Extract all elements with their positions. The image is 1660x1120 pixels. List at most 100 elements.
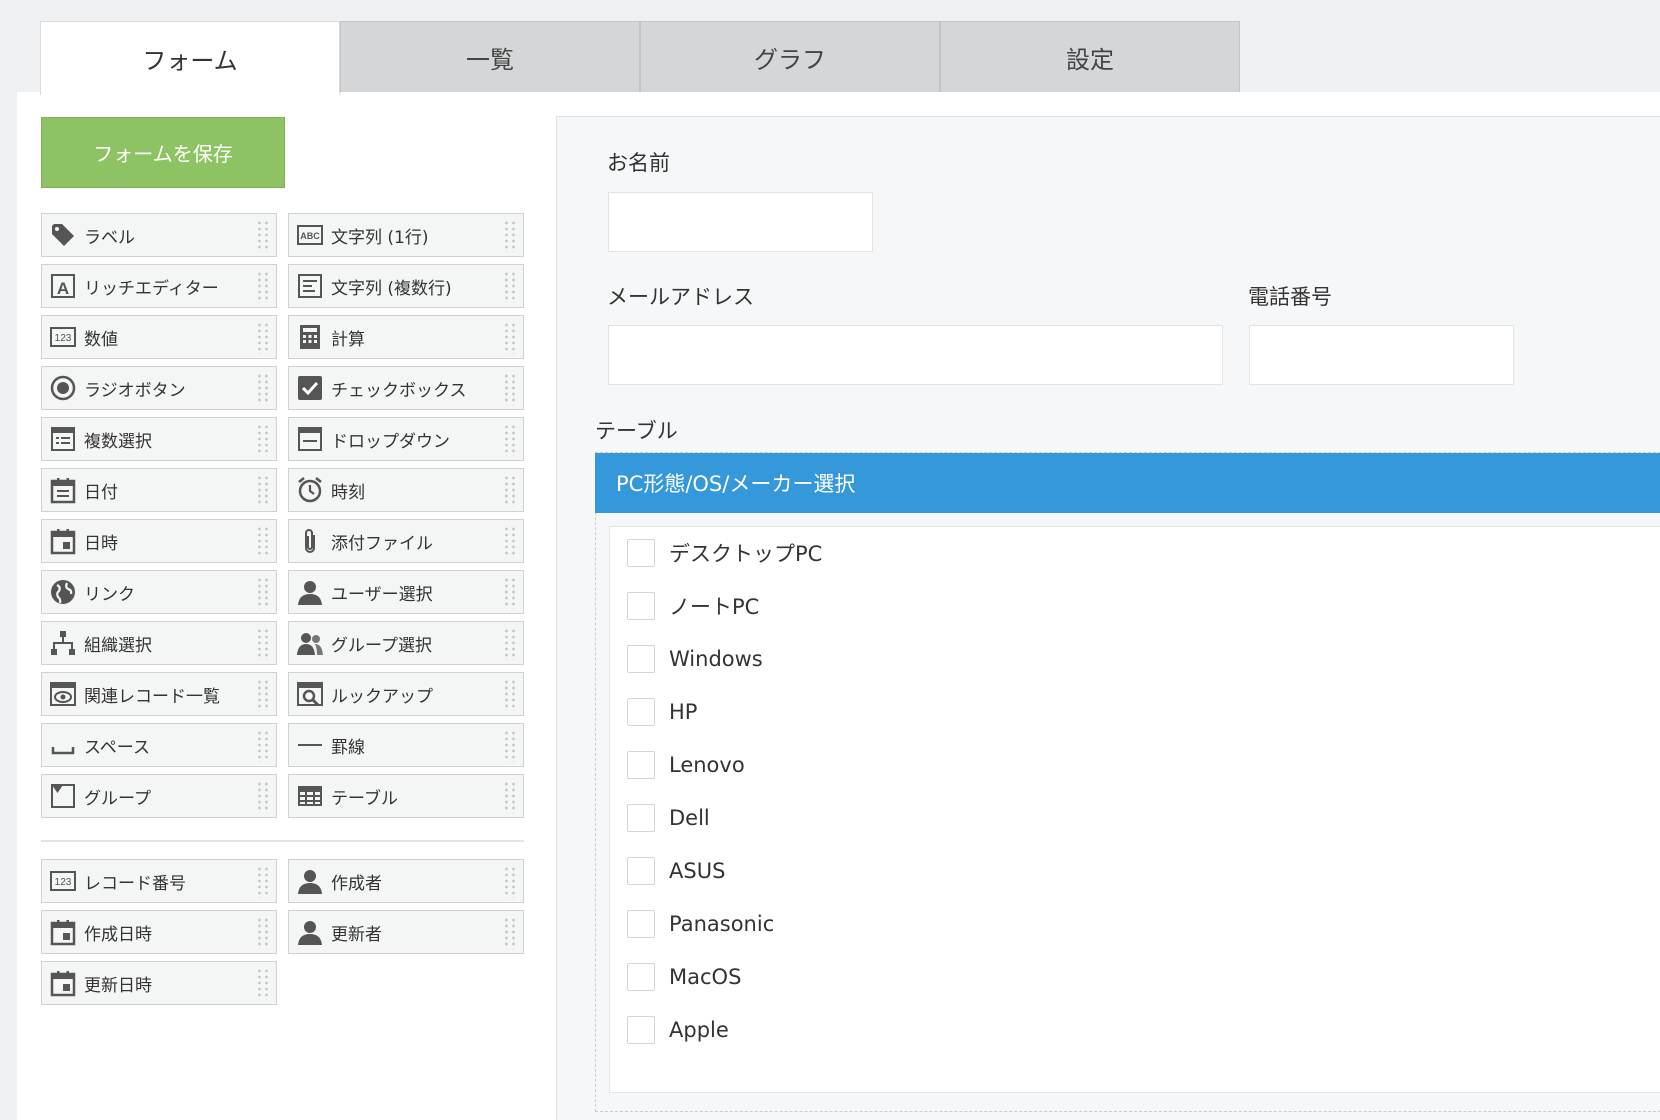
palette-item[interactable]: 作成日時	[41, 910, 277, 954]
drag-handle-icon[interactable]	[256, 322, 270, 354]
checkbox[interactable]	[627, 1016, 655, 1044]
palette-item[interactable]: 作成者	[288, 859, 524, 903]
drag-handle-icon[interactable]	[503, 220, 517, 252]
checkbox-option[interactable]: Windows	[627, 643, 763, 675]
checkbox-option[interactable]: Dell	[627, 802, 710, 834]
checkbox[interactable]	[627, 910, 655, 938]
palette-item[interactable]: グループ	[41, 774, 277, 818]
drag-handle-icon[interactable]	[256, 220, 270, 252]
drag-handle-icon[interactable]	[503, 628, 517, 660]
drag-handle-icon[interactable]	[256, 866, 270, 898]
palette-item[interactable]: ルックアップ	[288, 672, 524, 716]
checkbox[interactable]	[627, 539, 655, 567]
drag-handle-icon[interactable]	[256, 373, 270, 405]
svg-text:A: A	[57, 279, 69, 298]
checkbox-option[interactable]: Panasonic	[627, 908, 774, 940]
drag-handle-icon[interactable]	[256, 475, 270, 507]
group-icon	[295, 628, 325, 658]
checkbox[interactable]	[627, 592, 655, 620]
name-input[interactable]	[608, 192, 873, 252]
palette-item[interactable]: 日付	[41, 468, 277, 512]
palette-item[interactable]: スペース	[41, 723, 277, 767]
drag-handle-icon[interactable]	[256, 781, 270, 813]
svg-text:123: 123	[55, 333, 72, 344]
palette-item[interactable]: 日時	[41, 519, 277, 563]
drag-handle-icon[interactable]	[503, 424, 517, 456]
drag-handle-icon[interactable]	[503, 475, 517, 507]
checkbox-option[interactable]: ASUS	[627, 855, 725, 887]
checkbox[interactable]	[627, 698, 655, 726]
palette-item[interactable]: 更新者	[288, 910, 524, 954]
table-field-label: テーブル	[595, 419, 678, 443]
palette-item[interactable]: 時刻	[288, 468, 524, 512]
drag-handle-icon[interactable]	[503, 271, 517, 303]
palette-item-label: 日付	[84, 482, 118, 503]
email-input[interactable]	[608, 325, 1223, 385]
drag-handle-icon[interactable]	[256, 968, 270, 1000]
checkbox-group: デスクトップPC ノートPC Windows HP Lenovo Dell ASUS Pana…	[609, 526, 1660, 1093]
drag-handle-icon[interactable]	[503, 526, 517, 558]
palette-item[interactable]: ABC 文字列 (1行)	[288, 213, 524, 257]
drag-handle-icon[interactable]	[503, 730, 517, 762]
drag-handle-icon[interactable]	[503, 373, 517, 405]
drag-handle-icon[interactable]	[503, 917, 517, 949]
save-form-button[interactable]: フォームを保存	[41, 117, 285, 188]
palette-item[interactable]: ドロップダウン	[288, 417, 524, 461]
palette-item[interactable]: 組織選択	[41, 621, 277, 665]
drag-handle-icon[interactable]	[503, 322, 517, 354]
multi-select-icon	[48, 424, 78, 454]
palette-item[interactable]: 関連レコード一覧	[41, 672, 277, 716]
tab-form[interactable]: フォーム	[40, 21, 340, 95]
checkbox-option[interactable]: デスクトップPC	[627, 537, 822, 569]
palette-item[interactable]: 添付ファイル	[288, 519, 524, 563]
palette-item[interactable]: 複数選択	[41, 417, 277, 461]
palette-item[interactable]: チェックボックス	[288, 366, 524, 410]
palette-item[interactable]: 罫線	[288, 723, 524, 767]
palette-item[interactable]: リンク	[41, 570, 277, 614]
palette-item[interactable]: 123 レコード番号	[41, 859, 277, 903]
user-icon	[295, 577, 325, 607]
checkbox[interactable]	[627, 857, 655, 885]
calculator-icon	[295, 322, 325, 352]
radio-icon	[48, 373, 78, 403]
checkbox[interactable]	[627, 645, 655, 673]
palette-item[interactable]: グループ選択	[288, 621, 524, 665]
palette-item[interactable]: 123 数値	[41, 315, 277, 359]
datetime-icon	[48, 526, 78, 556]
checkbox[interactable]	[627, 963, 655, 991]
globe-icon	[48, 577, 78, 607]
palette-item[interactable]: 計算	[288, 315, 524, 359]
palette-item[interactable]: ユーザー選択	[288, 570, 524, 614]
drag-handle-icon[interactable]	[503, 781, 517, 813]
checkbox[interactable]	[627, 804, 655, 832]
checkbox-option[interactable]: HP	[627, 696, 697, 728]
drag-handle-icon[interactable]	[256, 917, 270, 949]
palette-item[interactable]: ラジオボタン	[41, 366, 277, 410]
drag-handle-icon[interactable]	[256, 628, 270, 660]
drag-handle-icon[interactable]	[256, 730, 270, 762]
drag-handle-icon[interactable]	[503, 866, 517, 898]
drag-handle-icon[interactable]	[503, 577, 517, 609]
palette-item[interactable]: 更新日時	[41, 961, 277, 1005]
tab-list[interactable]: 一覧	[340, 21, 640, 93]
drag-handle-icon[interactable]	[503, 679, 517, 711]
phone-input[interactable]	[1249, 325, 1514, 385]
checkbox-option[interactable]: ノートPC	[627, 590, 759, 622]
drag-handle-icon[interactable]	[256, 526, 270, 558]
drag-handle-icon[interactable]	[256, 271, 270, 303]
tab-graph[interactable]: グラフ	[640, 21, 940, 93]
palette-item[interactable]: 文字列 (複数行)	[288, 264, 524, 308]
drag-handle-icon[interactable]	[256, 424, 270, 456]
checkbox-option[interactable]: Lenovo	[627, 749, 745, 781]
checkbox-option[interactable]: MacOS	[627, 961, 741, 993]
palette-item[interactable]: テーブル	[288, 774, 524, 818]
checkbox[interactable]	[627, 751, 655, 779]
palette-item-label: 添付ファイル	[331, 533, 433, 554]
drag-handle-icon[interactable]	[256, 577, 270, 609]
palette-item[interactable]: A リッチエディター	[41, 264, 277, 308]
tab-settings[interactable]: 設定	[940, 21, 1240, 93]
checkbox-option[interactable]: Apple	[627, 1014, 729, 1046]
palette-item[interactable]: ラベル	[41, 213, 277, 257]
drag-handle-icon[interactable]	[256, 679, 270, 711]
checkbox-label: MacOS	[669, 965, 742, 989]
